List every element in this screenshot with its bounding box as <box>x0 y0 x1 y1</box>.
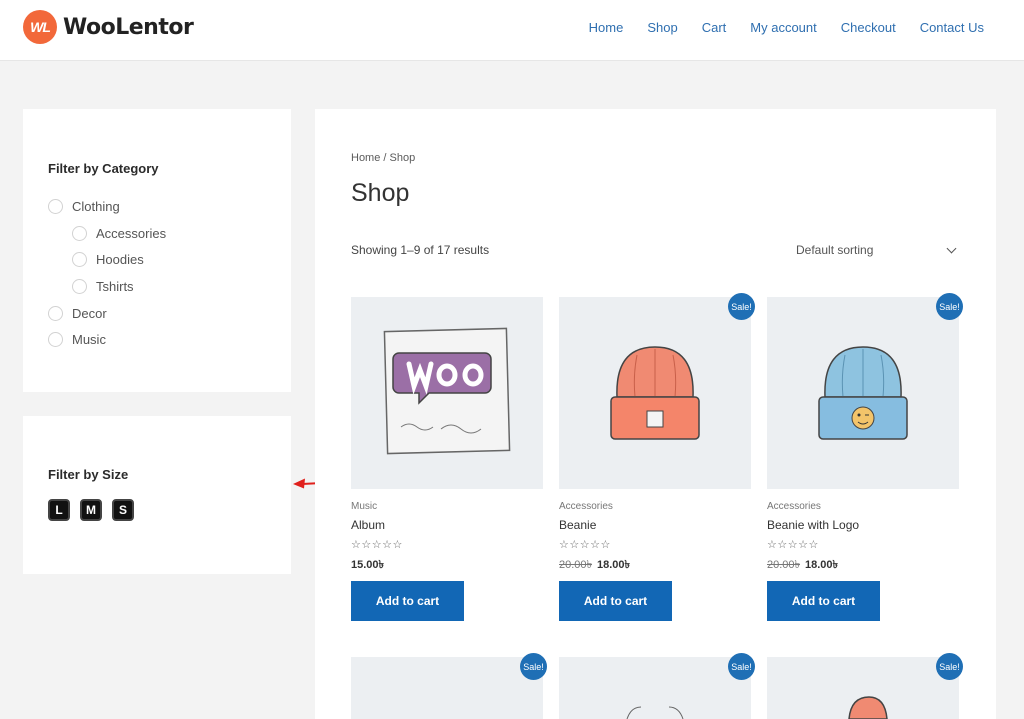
sale-badge: Sale! <box>728 653 755 680</box>
nav-cart[interactable]: Cart <box>702 20 727 35</box>
product-card-beanie-with-logo: Sale! Accessories Beanie with Logo ☆☆☆☆☆… <box>767 293 963 621</box>
album-image-icon <box>383 327 511 455</box>
size-button-l[interactable]: L <box>48 499 70 521</box>
nav-checkout[interactable]: Checkout <box>841 20 896 35</box>
product-category: Music <box>351 501 378 512</box>
size-filter-title: Filter by Size <box>48 467 129 482</box>
beanie-image-icon <box>610 346 700 440</box>
category-item-accessories[interactable]: Accessories <box>48 220 166 247</box>
sorting-select[interactable]: Default sorting <box>796 237 959 263</box>
star-rating-icon: ☆☆☆☆☆ <box>351 539 403 551</box>
category-item-clothing[interactable]: Clothing <box>48 193 166 220</box>
product-price: 20.00৳ 18.00৳ <box>767 556 838 575</box>
nav-my-account[interactable]: My account <box>750 20 816 35</box>
page-title: Shop <box>351 179 410 207</box>
product-price: 15.00৳ <box>351 556 384 575</box>
product-card-album: Music Album ☆☆☆☆☆ 15.00৳ Add to cart <box>351 297 543 621</box>
result-count: Showing 1–9 of 17 results <box>351 243 490 257</box>
category-filter-title: Filter by Category <box>48 161 159 176</box>
site-logo[interactable]: WL WooLentor <box>23 10 194 44</box>
sale-badge: Sale! <box>936 653 963 680</box>
category-list: Clothing Accessories Hoodies Tshirts Dec… <box>48 193 166 353</box>
old-price: 20.00৳ <box>559 559 593 571</box>
category-label: Music <box>72 332 106 348</box>
product-image-album[interactable] <box>351 297 543 489</box>
current-price: 18.00৳ <box>597 559 631 571</box>
product-category: Accessories <box>559 501 613 512</box>
category-item-decor[interactable]: Decor <box>48 300 166 327</box>
size-button-s[interactable]: S <box>112 499 134 521</box>
logo-text: WooLentor <box>63 14 194 40</box>
sale-badge: Sale! <box>520 653 547 680</box>
star-rating-icon: ☆☆☆☆☆ <box>767 539 819 551</box>
product-image-row2-2[interactable]: Sale! <box>559 653 755 719</box>
old-price: 20.00৳ <box>767 559 801 571</box>
product-peek-icon <box>626 706 684 719</box>
current-price: 18.00৳ <box>805 559 839 571</box>
radio-icon[interactable] <box>48 198 63 214</box>
nav-home[interactable]: Home <box>589 20 624 35</box>
radio-icon[interactable] <box>48 332 63 348</box>
product-title[interactable]: Beanie with Logo <box>767 518 859 532</box>
size-button-m[interactable]: M <box>80 499 102 521</box>
category-item-tshirts[interactable]: Tshirts <box>48 273 166 300</box>
product-peek-icon <box>848 696 888 719</box>
shop-main: Home / Shop Shop Showing 1–9 of 17 resul… <box>315 109 996 719</box>
size-options: L M S <box>48 499 134 521</box>
add-to-cart-button[interactable]: Add to cart <box>767 581 880 621</box>
category-item-hoodies[interactable]: Hoodies <box>48 246 166 273</box>
product-price: 20.00৳ 18.00৳ <box>559 556 630 575</box>
size-filter-widget: Filter by Size L M S <box>23 416 291 574</box>
radio-icon[interactable] <box>72 225 87 241</box>
main-nav: Home Shop Cart My account Checkout Conta… <box>589 20 984 35</box>
nav-shop[interactable]: Shop <box>647 20 677 35</box>
category-label: Decor <box>72 305 107 321</box>
category-label: Clothing <box>72 198 120 214</box>
beanie-logo-image-icon <box>818 346 908 440</box>
logo-badge: WL <box>23 10 57 44</box>
add-to-cart-button[interactable]: Add to cart <box>559 581 672 621</box>
current-price: 15.00৳ <box>351 559 385 571</box>
product-image-row2-1[interactable]: Sale! <box>351 653 547 719</box>
breadcrumb: Home / Shop <box>351 152 415 164</box>
breadcrumb-home[interactable]: Home <box>351 152 380 164</box>
product-image-row2-3[interactable]: Sale! <box>767 653 963 719</box>
category-label: Hoodies <box>96 252 144 268</box>
sale-badge: Sale! <box>936 293 963 320</box>
sorting-value: Default sorting <box>796 243 874 257</box>
product-card-beanie: Sale! Accessories Beanie ☆☆☆☆☆ 20.00৳ 18.… <box>559 293 755 621</box>
category-filter-widget: Filter by Category Clothing Accessories … <box>23 109 291 392</box>
chevron-down-icon <box>946 243 957 253</box>
product-image-beanie-with-logo[interactable]: Sale! <box>767 293 963 489</box>
product-title[interactable]: Album <box>351 518 385 532</box>
product-category: Accessories <box>767 501 821 512</box>
nav-contact-us[interactable]: Contact Us <box>920 20 984 35</box>
site-header: WL WooLentor Home Shop Cart My account C… <box>0 0 1024 61</box>
add-to-cart-button[interactable]: Add to cart <box>351 581 464 621</box>
breadcrumb-separator: / <box>380 152 390 164</box>
product-image-beanie[interactable]: Sale! <box>559 293 755 489</box>
radio-icon[interactable] <box>72 252 87 268</box>
star-rating-icon: ☆☆☆☆☆ <box>559 539 611 551</box>
radio-icon[interactable] <box>48 305 63 321</box>
product-title[interactable]: Beanie <box>559 518 596 532</box>
sale-badge: Sale! <box>728 293 755 320</box>
category-label: Accessories <box>96 225 167 241</box>
category-item-music[interactable]: Music <box>48 326 166 353</box>
category-label: Tshirts <box>96 278 134 294</box>
breadcrumb-current: Shop <box>389 152 416 164</box>
radio-icon[interactable] <box>72 278 87 294</box>
